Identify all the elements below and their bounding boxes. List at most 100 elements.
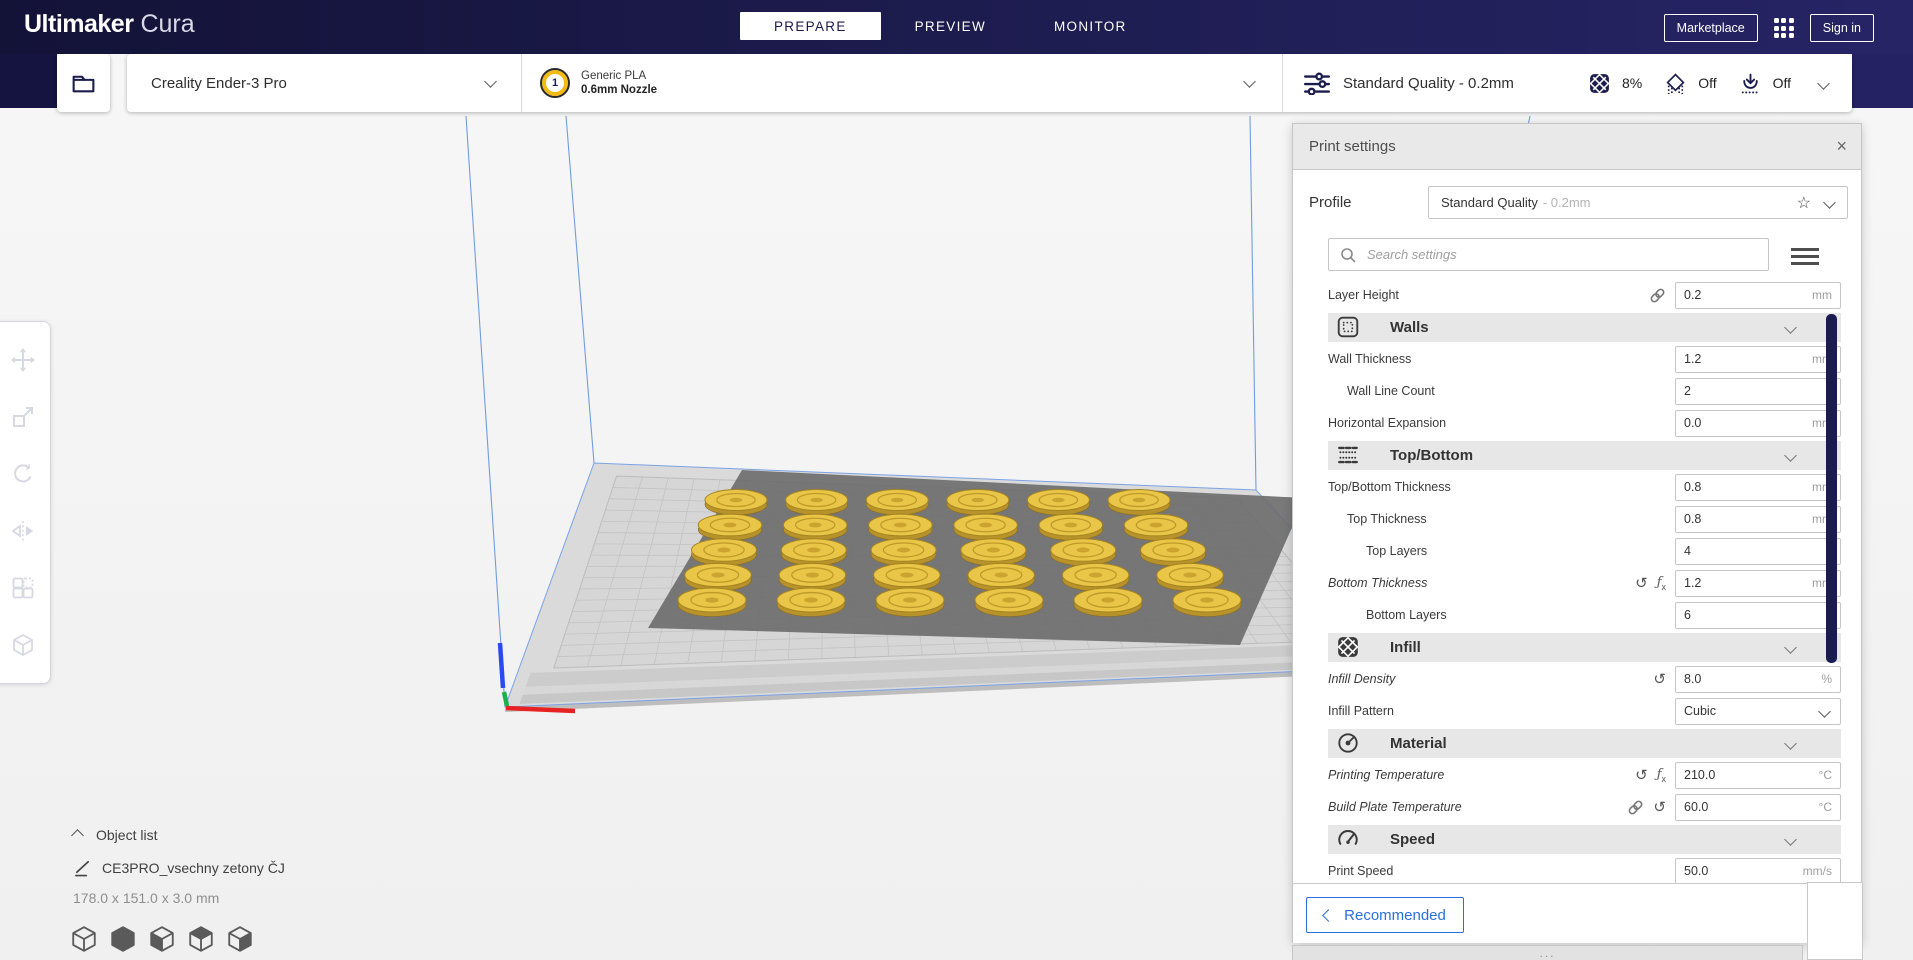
setting-value-printing-temperature[interactable]: 210.0°C: [1675, 762, 1841, 789]
chevron-down-icon: [484, 75, 497, 88]
left-view-button[interactable]: [148, 925, 176, 953]
setting-printing-temperature: Printing Temperature ↺ ƒx 210.0°C: [1328, 759, 1841, 791]
setting-icons: ↺ ƒx: [1635, 574, 1666, 592]
move-tool-button[interactable]: [10, 347, 36, 373]
application-switcher-icon[interactable]: [1774, 18, 1794, 38]
panel-title: Print settings: [1309, 138, 1396, 155]
right-view-button[interactable]: [226, 925, 254, 953]
close-icon[interactable]: ×: [1836, 136, 1847, 157]
setting-label: Wall Thickness: [1328, 352, 1411, 366]
setting-unit: °C: [1819, 768, 1832, 782]
setting-label: Printing Temperature: [1328, 768, 1444, 782]
logo-ultimaker: Ultimaker: [24, 10, 133, 38]
category-infill[interactable]: Infill: [1328, 631, 1841, 663]
setting-unit: mm/s: [1803, 864, 1832, 878]
chevron-down-icon: [1817, 77, 1830, 90]
object-list-toggle[interactable]: Object list: [73, 827, 157, 843]
setting-build-plate-temperature: Build Plate Temperature↺60.0°C: [1328, 791, 1841, 823]
recommended-button[interactable]: Recommended: [1306, 897, 1464, 933]
action-panel-peek: [1807, 882, 1863, 960]
setting-icons: ↺: [1653, 672, 1666, 687]
setting-value-wall-thickness[interactable]: 1.2mm: [1675, 346, 1841, 373]
setting-value-horizontal-expansion[interactable]: 0.0mm: [1675, 410, 1841, 437]
search-input[interactable]: Search settings: [1328, 238, 1769, 271]
tab-prepare[interactable]: PREPARE: [740, 12, 881, 40]
settings-visibility-menu-icon[interactable]: [1791, 248, 1819, 265]
setting-value-print-speed[interactable]: 50.0mm/s: [1675, 858, 1841, 884]
setting-label: Bottom Thickness: [1328, 576, 1427, 590]
reset-icon[interactable]: ↺: [1635, 576, 1648, 591]
reset-icon[interactable]: ↺: [1653, 672, 1666, 687]
topbottom-icon: [1336, 443, 1360, 467]
adhesion-icon: [1739, 72, 1762, 95]
reset-icon[interactable]: ↺: [1635, 768, 1648, 783]
print-settings-summary[interactable]: Standard Quality - 0.2mm 8% Off Off: [1283, 54, 1852, 112]
category-speed[interactable]: Speed: [1328, 823, 1841, 855]
setting-value-infill-density[interactable]: 8.0%: [1675, 666, 1841, 693]
scrollbar[interactable]: [1826, 314, 1837, 663]
tab-preview[interactable]: PREVIEW: [881, 12, 1020, 40]
star-icon[interactable]: ☆: [1797, 193, 1811, 213]
model-tool-column: [0, 321, 51, 684]
setting-value-bottom-layers[interactable]: 6: [1675, 602, 1841, 629]
speed-icon: [1336, 827, 1360, 851]
header-actions: Marketplace Sign in: [1664, 14, 1874, 42]
chevron-down-icon: [1784, 833, 1797, 846]
fx-icon[interactable]: ƒx: [1657, 766, 1666, 784]
front-view-button[interactable]: [109, 925, 137, 953]
setting-label: Print Speed: [1328, 864, 1393, 878]
category-material[interactable]: Material: [1328, 727, 1841, 759]
mirror-tool-button[interactable]: [10, 518, 36, 544]
setting-value-layer-height[interactable]: 0.2mm: [1675, 282, 1841, 309]
model-dimensions: 178.0 x 151.0 x 3.0 mm: [73, 890, 219, 906]
recommended-label: Recommended: [1344, 907, 1446, 924]
profile-summary: Standard Quality - 0.2mm: [1343, 75, 1514, 92]
setting-value-top-bottom-thickness[interactable]: 0.8mm: [1675, 474, 1841, 501]
object-list-item[interactable]: CE3PRO_vsechny zetony ČJ: [73, 858, 285, 877]
3d-view-button[interactable]: [70, 925, 98, 953]
setting-unit: °C: [1819, 800, 1832, 814]
material-selector[interactable]: 1 Generic PLA 0.6mm Nozzle: [522, 54, 1283, 112]
chevron-up-icon: [71, 829, 84, 842]
setting-label: Top Thickness: [1328, 512, 1427, 526]
link-icon[interactable]: [1649, 287, 1666, 304]
reset-icon[interactable]: ↺: [1653, 800, 1666, 815]
marketplace-button[interactable]: Marketplace: [1664, 14, 1758, 42]
app-logo: UltimakerCura: [24, 10, 195, 39]
category-walls[interactable]: Walls: [1328, 311, 1841, 343]
setting-value-bottom-thickness[interactable]: 1.2mm: [1675, 570, 1841, 597]
tab-monitor[interactable]: MONITOR: [1020, 12, 1161, 40]
setting-value-top-thickness[interactable]: 0.8mm: [1675, 506, 1841, 533]
open-file-button[interactable]: [57, 54, 110, 112]
rotate-icon: [10, 461, 36, 487]
front-view-icon: [109, 925, 137, 953]
setting-value-top-layers[interactable]: 4: [1675, 538, 1841, 565]
setting-value-wall-line-count[interactable]: 2: [1675, 378, 1841, 405]
category-label: Top/Bottom: [1390, 447, 1473, 464]
setting-label: Layer Height: [1328, 288, 1399, 302]
category-top-bottom[interactable]: Top/Bottom: [1328, 439, 1841, 471]
profile-dropdown[interactable]: Standard Quality - 0.2mm ☆: [1428, 186, 1848, 219]
rotate-tool-button[interactable]: [10, 461, 36, 487]
panel-header[interactable]: Print settings ×: [1293, 124, 1861, 170]
setting-infill-pattern: Infill PatternCubic: [1328, 695, 1841, 727]
category-label: Speed: [1390, 831, 1435, 848]
machine-selector[interactable]: Creality Ender-3 Pro: [127, 54, 522, 112]
top-view-button[interactable]: [187, 925, 215, 953]
panel-drag-handle[interactable]: ...: [1292, 945, 1803, 960]
per-model-settings-tool-button[interactable]: [10, 575, 36, 601]
fx-icon[interactable]: ƒx: [1657, 574, 1666, 592]
setting-dropdown-infill-pattern[interactable]: Cubic: [1675, 698, 1841, 725]
material-info: Generic PLA 0.6mm Nozzle: [581, 69, 657, 98]
signin-button[interactable]: Sign in: [1810, 14, 1874, 42]
setting-wall-thickness: Wall Thickness 1.2mm: [1328, 343, 1841, 375]
scale-tool-button[interactable]: [10, 404, 36, 430]
setting-print-speed: Print Speed 50.0mm/s: [1328, 855, 1841, 883]
search-placeholder: Search settings: [1367, 247, 1457, 262]
support-blocker-tool-button[interactable]: [10, 632, 36, 658]
setting-bottom-layers: Bottom Layers6: [1328, 599, 1841, 631]
chevron-down-icon: [1243, 75, 1256, 88]
infill-icon: [1588, 72, 1611, 95]
link-icon[interactable]: [1627, 799, 1644, 816]
setting-value-build-plate-temperature[interactable]: 60.0°C: [1675, 794, 1841, 821]
